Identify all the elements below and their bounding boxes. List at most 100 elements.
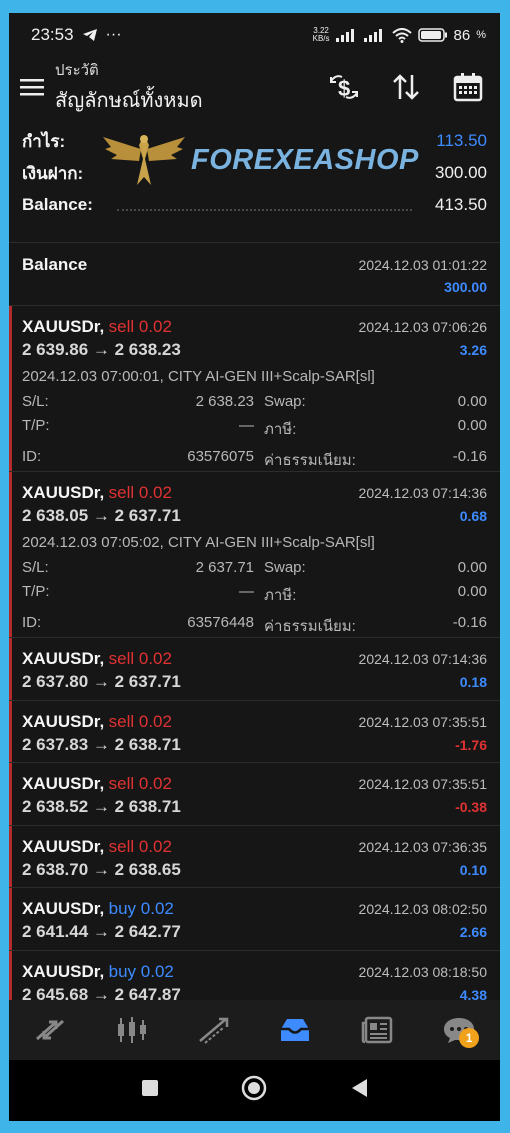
trade-time: 2024.12.03 08:02:50 (358, 901, 487, 917)
trade-time: 2024.12.03 08:18:50 (358, 963, 487, 980)
trade-profit: 3.26 (459, 342, 487, 358)
messages-badge: 1 (459, 1028, 480, 1048)
battery-percent: 86 (453, 26, 471, 44)
profit-row: กำไร: 113.50 (22, 125, 487, 157)
deposit-value: 300.00 (435, 163, 487, 182)
percent-sign: % (476, 29, 486, 41)
swap-label: Swap: (264, 559, 306, 576)
menu-button[interactable] (17, 72, 47, 102)
trade-details: S/L: 2 637.71 Swap: 0.00 T/P: — ภาษี: 0.… (22, 559, 487, 638)
trade-symbol: XAUUSDr, (22, 649, 105, 668)
trade-details: S/L: 2 638.23 Swap: 0.00 T/P: — ภาษี: 0.… (22, 393, 487, 472)
sort-button[interactable] (388, 69, 424, 105)
trade-symbol: XAUUSDr, (22, 711, 105, 731)
id-label: ID: (22, 448, 42, 465)
trade-profit: 0.18 (459, 674, 487, 690)
sl-label: S/L: (22, 559, 49, 576)
trade-row[interactable]: XAUUSDr, sell 0.02 2024.12.03 07:36:35 2… (9, 825, 500, 888)
dollar-arrows-icon: $ (330, 75, 358, 101)
trade-prices: 2 641.44 → 2 642.77 (22, 922, 181, 941)
bottom-tab-bar: 1 (9, 1000, 500, 1060)
commission-value: -0.16 (452, 448, 487, 465)
wifi-icon (391, 27, 412, 43)
status-bar: 23:53 ··· 3.22 KB/s 86% (9, 13, 500, 57)
tab-chart[interactable] (104, 1006, 160, 1054)
home-button[interactable] (241, 1075, 267, 1106)
calendar-icon (453, 73, 483, 102)
trade-profit: -0.38 (455, 799, 487, 815)
tp-value: — (239, 583, 254, 600)
trade-row[interactable]: XAUUSDr, buy 0.02 2024.12.03 08:02:50 2 … (9, 888, 500, 951)
dotted-leader (117, 209, 412, 211)
recents-button[interactable] (140, 1078, 160, 1103)
trade-row[interactable]: XAUUSDr, sell 0.02 2024.12.03 07:35:51 2… (9, 763, 500, 826)
tab-quotes[interactable] (22, 1006, 78, 1054)
back-triangle-icon (352, 1079, 368, 1097)
trade-row[interactable]: XAUUSDr, sell 0.02 2024.12.03 07:35:51 2… (9, 700, 500, 763)
profit-value: 113.50 (436, 131, 487, 150)
account-summary: FOREXEASHOP กำไร: 113.50 เงินฝาก: 300.00… (9, 117, 500, 243)
balance-label: Balance: (22, 195, 93, 214)
tab-history[interactable] (267, 1006, 323, 1054)
battery-icon (417, 28, 447, 42)
telegram-icon (82, 29, 97, 41)
trade-profit: 0.10 (459, 861, 487, 878)
trade-time: 2024.12.03 07:14:36 (358, 485, 487, 501)
tab-messages[interactable]: 1 (431, 1006, 487, 1054)
trade-profit: 0.68 (459, 508, 487, 524)
trade-row[interactable]: XAUUSDr, sell 0.02 2024.12.03 07:14:36 2… (9, 638, 500, 701)
trade-side: sell 0.02 (108, 317, 172, 336)
tp-value: — (239, 417, 254, 434)
trade-row[interactable]: XAUUSDr, sell 0.02 2024.12.03 07:14:36 2… (9, 472, 500, 638)
trade-time: 2024.12.03 07:06:26 (358, 319, 487, 335)
trade-icon (198, 1017, 228, 1044)
tax-value: 0.00 (457, 583, 487, 600)
trade-row[interactable]: XAUUSDr, sell 0.02 2024.12.03 07:06:26 2… (9, 306, 500, 472)
balance-deposit-row[interactable]: Balance 2024.12.03 01:01:22 300.00 (9, 243, 500, 306)
id-value: 63576075 (187, 448, 254, 465)
tp-label: T/P: (22, 417, 50, 434)
trade-symbol: XAUUSDr, (22, 899, 105, 918)
net-speed: 3.22 KB/s (313, 27, 330, 43)
trade-row[interactable]: XAUUSDr, buy 0.02 2024.12.03 08:18:50 2 … (9, 950, 500, 1005)
trade-symbol: XAUUSDr, (22, 836, 105, 856)
phone-screen: 23:53 ··· 3.22 KB/s 86% ประวัติ สัญลักษณ… (9, 13, 500, 1121)
trade-prices: 2 638.70 → 2 638.65 (22, 859, 181, 879)
trade-symbol: XAUUSDr, (22, 961, 105, 981)
system-nav-bar (9, 1060, 500, 1121)
circle-icon (242, 1075, 267, 1101)
currency-sort-button[interactable]: $ (326, 69, 362, 105)
tp-label: T/P: (22, 583, 50, 600)
signal-icon-2 (363, 29, 382, 42)
status-time: 23:53 (31, 25, 74, 44)
trade-symbol: XAUUSDr, (22, 483, 105, 502)
news-icon (361, 1016, 393, 1044)
back-button[interactable] (349, 1077, 369, 1104)
balance-row-time: 2024.12.03 01:01:22 (358, 257, 487, 273)
swap-label: Swap: (264, 393, 306, 410)
trade-side: sell 0.02 (108, 774, 172, 793)
trade-profit: 2.66 (459, 924, 487, 940)
swap-value: 0.00 (457, 559, 487, 576)
more-notifications-icon: ··· (105, 26, 122, 43)
trade-side: sell 0.02 (108, 711, 172, 731)
tab-trade[interactable] (186, 1006, 242, 1054)
balance-row-amount: 300.00 (444, 279, 487, 295)
id-value: 63576448 (187, 614, 254, 631)
trade-prices: 2 638.05 → 2 637.71 (22, 506, 181, 525)
profit-label: กำไร: (22, 131, 66, 151)
tab-news[interactable] (349, 1006, 405, 1054)
trade-symbol: XAUUSDr, (22, 317, 105, 336)
deposit-row: เงินฝาก: 300.00 (22, 157, 487, 189)
tax-label: ภาษี: (264, 587, 297, 604)
trade-symbol: XAUUSDr, (22, 774, 105, 793)
trade-side: sell 0.02 (108, 836, 172, 856)
net-speed-unit: KB/s (312, 34, 330, 43)
id-label: ID: (22, 614, 42, 631)
trade-time: 2024.12.03 07:14:36 (358, 651, 487, 667)
calendar-button[interactable] (450, 69, 486, 105)
signal-icon (335, 29, 354, 42)
page-title[interactable]: สัญลักษณ์ทั้งหมด (55, 84, 203, 116)
tax-value: 0.00 (457, 417, 487, 434)
commission-value: -0.16 (452, 614, 487, 631)
